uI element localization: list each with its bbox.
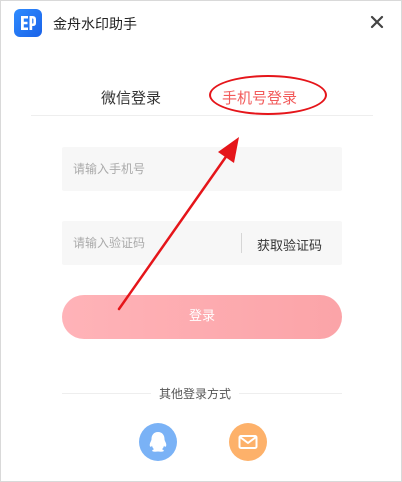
login-window: 金舟水印助手 微信登录 手机号登录 获取验证码 登录 其他登录方式	[0, 0, 402, 482]
login-button[interactable]: 登录	[62, 295, 342, 339]
login-tabs: 微信登录 手机号登录	[31, 75, 373, 116]
code-field: 获取验证码	[62, 221, 342, 265]
code-input[interactable]	[62, 221, 243, 265]
close-icon[interactable]	[365, 10, 389, 34]
other-login-label: 其他登录方式	[151, 385, 240, 402]
tab-wechat-login[interactable]: 微信登录	[101, 87, 161, 108]
other-login-divider: 其他登录方式	[62, 383, 342, 403]
get-code-button[interactable]: 获取验证码	[257, 235, 322, 254]
mail-icon	[238, 435, 258, 449]
field-divider	[241, 233, 242, 253]
phone-input[interactable]	[62, 147, 333, 191]
app-logo-icon	[14, 9, 42, 37]
phone-field	[62, 147, 342, 191]
mail-login-button[interactable]	[229, 423, 267, 461]
qq-login-button[interactable]	[139, 423, 177, 461]
title-bar: 金舟水印助手	[1, 1, 401, 45]
tab-phone-login[interactable]: 手机号登录	[222, 87, 297, 108]
qq-icon	[149, 432, 167, 452]
app-title: 金舟水印助手	[53, 17, 137, 33]
